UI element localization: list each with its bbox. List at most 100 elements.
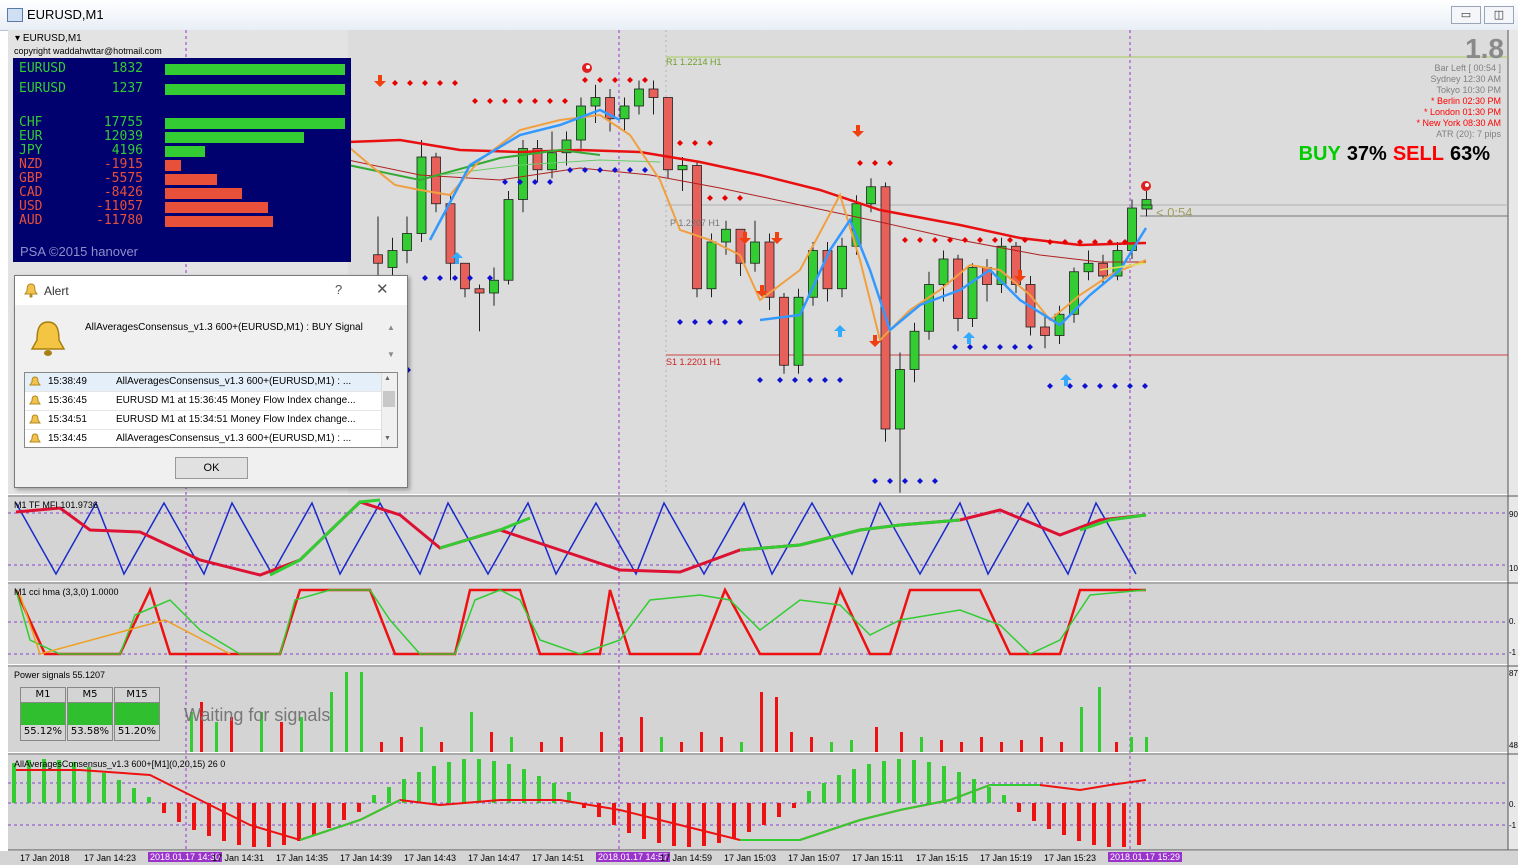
consensus-histogram-bar xyxy=(897,759,901,803)
power-signal-bar xyxy=(940,740,943,752)
candle-body xyxy=(866,186,876,205)
strength-bar xyxy=(165,146,205,157)
power-signal-bar xyxy=(215,722,218,752)
power-signal-bar xyxy=(775,697,778,752)
consensus-histogram-bar xyxy=(222,803,226,841)
copyright-text: copyright waddahwttar@hotmail.com xyxy=(14,46,162,56)
current-candle xyxy=(1141,204,1153,210)
consensus-histogram-bar xyxy=(267,803,271,847)
currency-strength-value: 1832 xyxy=(111,61,143,76)
candle-body xyxy=(387,250,398,268)
power-signal-bar xyxy=(1080,707,1083,752)
strength-bar xyxy=(165,174,217,185)
atr-info: ATR (20): 7 pips xyxy=(1436,129,1501,139)
consensus-histogram-bar xyxy=(702,803,706,846)
price-axis xyxy=(1508,30,1518,850)
power-signal-bar xyxy=(1060,742,1063,752)
power-signal-bar xyxy=(1145,737,1148,752)
candle-body xyxy=(967,267,978,319)
consensus-histogram-bar xyxy=(1047,803,1051,829)
alert-time: 15:34:51 xyxy=(48,414,87,425)
power-signal-bar xyxy=(620,737,623,752)
list-item[interactable]: 15:38:49 AllAveragesConsensus_v1.3 600+(… xyxy=(25,373,381,392)
chevron-up-icon[interactable]: ▲ xyxy=(384,375,391,382)
scrollbar-thumb[interactable] xyxy=(383,391,395,407)
candle-body xyxy=(489,279,499,294)
strength-bar xyxy=(165,84,345,95)
message-scroll-up-icon[interactable]: ▲ xyxy=(387,323,395,332)
consensus-histogram-bar xyxy=(387,787,391,803)
strength-panel-footer: PSA ©2015 hanover xyxy=(20,244,138,259)
candle-body xyxy=(779,296,789,366)
buy-percent: 37% xyxy=(1346,143,1387,165)
timeframe-percent: 51.20% xyxy=(117,726,157,737)
currency-strength-value: -11057 xyxy=(96,199,143,214)
candle-body xyxy=(938,258,949,285)
currency-strength-value: 4196 xyxy=(111,143,143,158)
time-axis-highlight: 2018.01.17 14:30 xyxy=(148,852,223,862)
candle-body xyxy=(706,241,717,290)
consensus-histogram-bar xyxy=(102,773,106,803)
candle-body xyxy=(416,156,427,234)
strength-bar xyxy=(165,160,181,171)
list-scrollbar[interactable]: ▲ ▼ xyxy=(381,373,397,447)
axis-number: 10 xyxy=(1509,564,1518,573)
help-button[interactable]: ? xyxy=(335,282,342,297)
consensus-histogram-bar xyxy=(1017,803,1021,812)
power-signal-bar xyxy=(490,732,493,752)
consensus-histogram-bar xyxy=(132,788,136,803)
alert-text: AllAveragesConsensus_v1.3 600+(EURUSD,M1… xyxy=(116,433,352,444)
power-signal-bar xyxy=(345,672,348,752)
timeframe-label: M5 xyxy=(68,688,112,703)
consensus-histogram-bar xyxy=(1107,803,1111,847)
time-axis-highlight: 2018.01.17 15:29 xyxy=(1108,852,1183,862)
list-item[interactable]: 15:34:45 AllAveragesConsensus_v1.3 600+(… xyxy=(25,430,381,447)
alert-history-list[interactable]: 15:38:49 AllAveragesConsensus_v1.3 600+(… xyxy=(24,372,398,448)
list-item[interactable]: 15:36:45 EURUSD M1 at 15:36:45 Money Flo… xyxy=(25,392,381,411)
consensus-histogram-bar xyxy=(1077,803,1081,841)
chart-symbol-header: ▾ EURUSD,M1 xyxy=(15,33,82,44)
consensus-histogram-bar xyxy=(162,803,166,813)
consensus-histogram-bar xyxy=(12,763,16,803)
bell-icon xyxy=(29,395,41,405)
alert-text: AllAveragesConsensus_v1.3 600+(EURUSD,M1… xyxy=(116,376,352,387)
consensus-histogram-bar xyxy=(492,761,496,803)
axis-number: 87 xyxy=(1509,669,1518,678)
bar-left-info: Bar Left [ 00:54 ] xyxy=(1434,63,1501,73)
strength-bar xyxy=(165,118,345,129)
candle-body xyxy=(547,152,557,171)
candle-body xyxy=(924,284,934,332)
timeframe-signal-fill xyxy=(21,703,65,725)
alert-dialog[interactable]: Alert ? ✕ AllAveragesConsensus_v1.3 600+… xyxy=(14,275,408,488)
consensus-histogram-bar xyxy=(342,803,346,820)
list-item[interactable]: 15:34:51 EURUSD M1 at 15:34:51 Money Flo… xyxy=(25,411,381,430)
timeframe-box-m5: M5 53.58% xyxy=(67,687,113,741)
candle-body xyxy=(503,199,514,281)
alert-title: Alert xyxy=(44,284,69,298)
time-axis-label: 17 Jan 14:47 xyxy=(468,853,521,863)
buy-sell-ratio: BUY 37% SELL 63% xyxy=(1293,143,1490,166)
candle-body xyxy=(895,369,905,430)
consensus-histogram-bar xyxy=(612,803,616,825)
time-axis-label: 17 Jan 15:07 xyxy=(788,853,841,863)
consensus-histogram-bar xyxy=(297,803,301,841)
message-scroll-down-icon[interactable]: ▼ xyxy=(387,350,395,359)
consensus-histogram-bar xyxy=(1032,803,1036,821)
candle-body xyxy=(590,97,601,107)
time-axis-label: 17 Jan 15:03 xyxy=(724,853,777,863)
consensus-histogram-bar xyxy=(1092,803,1096,845)
maximize-button[interactable]: ◫ xyxy=(1484,6,1514,24)
ok-button[interactable]: OK xyxy=(175,457,248,479)
consensus-histogram-bar xyxy=(357,803,361,812)
pivot-r1-label: R1 1.2214 H1 xyxy=(666,57,722,67)
time-axis-label: 17 Jan 14:43 xyxy=(404,853,457,863)
chevron-down-icon[interactable]: ▼ xyxy=(384,435,391,442)
close-button[interactable]: ✕ xyxy=(376,280,389,298)
candle-body xyxy=(677,165,688,171)
consensus-histogram-bar xyxy=(477,759,481,803)
power-signal-bar xyxy=(760,692,763,752)
power-signal-bar xyxy=(1000,742,1003,752)
consensus-histogram-bar xyxy=(447,762,451,803)
restore-button[interactable]: ▭ xyxy=(1451,6,1481,24)
consensus-histogram-bar xyxy=(867,764,871,803)
